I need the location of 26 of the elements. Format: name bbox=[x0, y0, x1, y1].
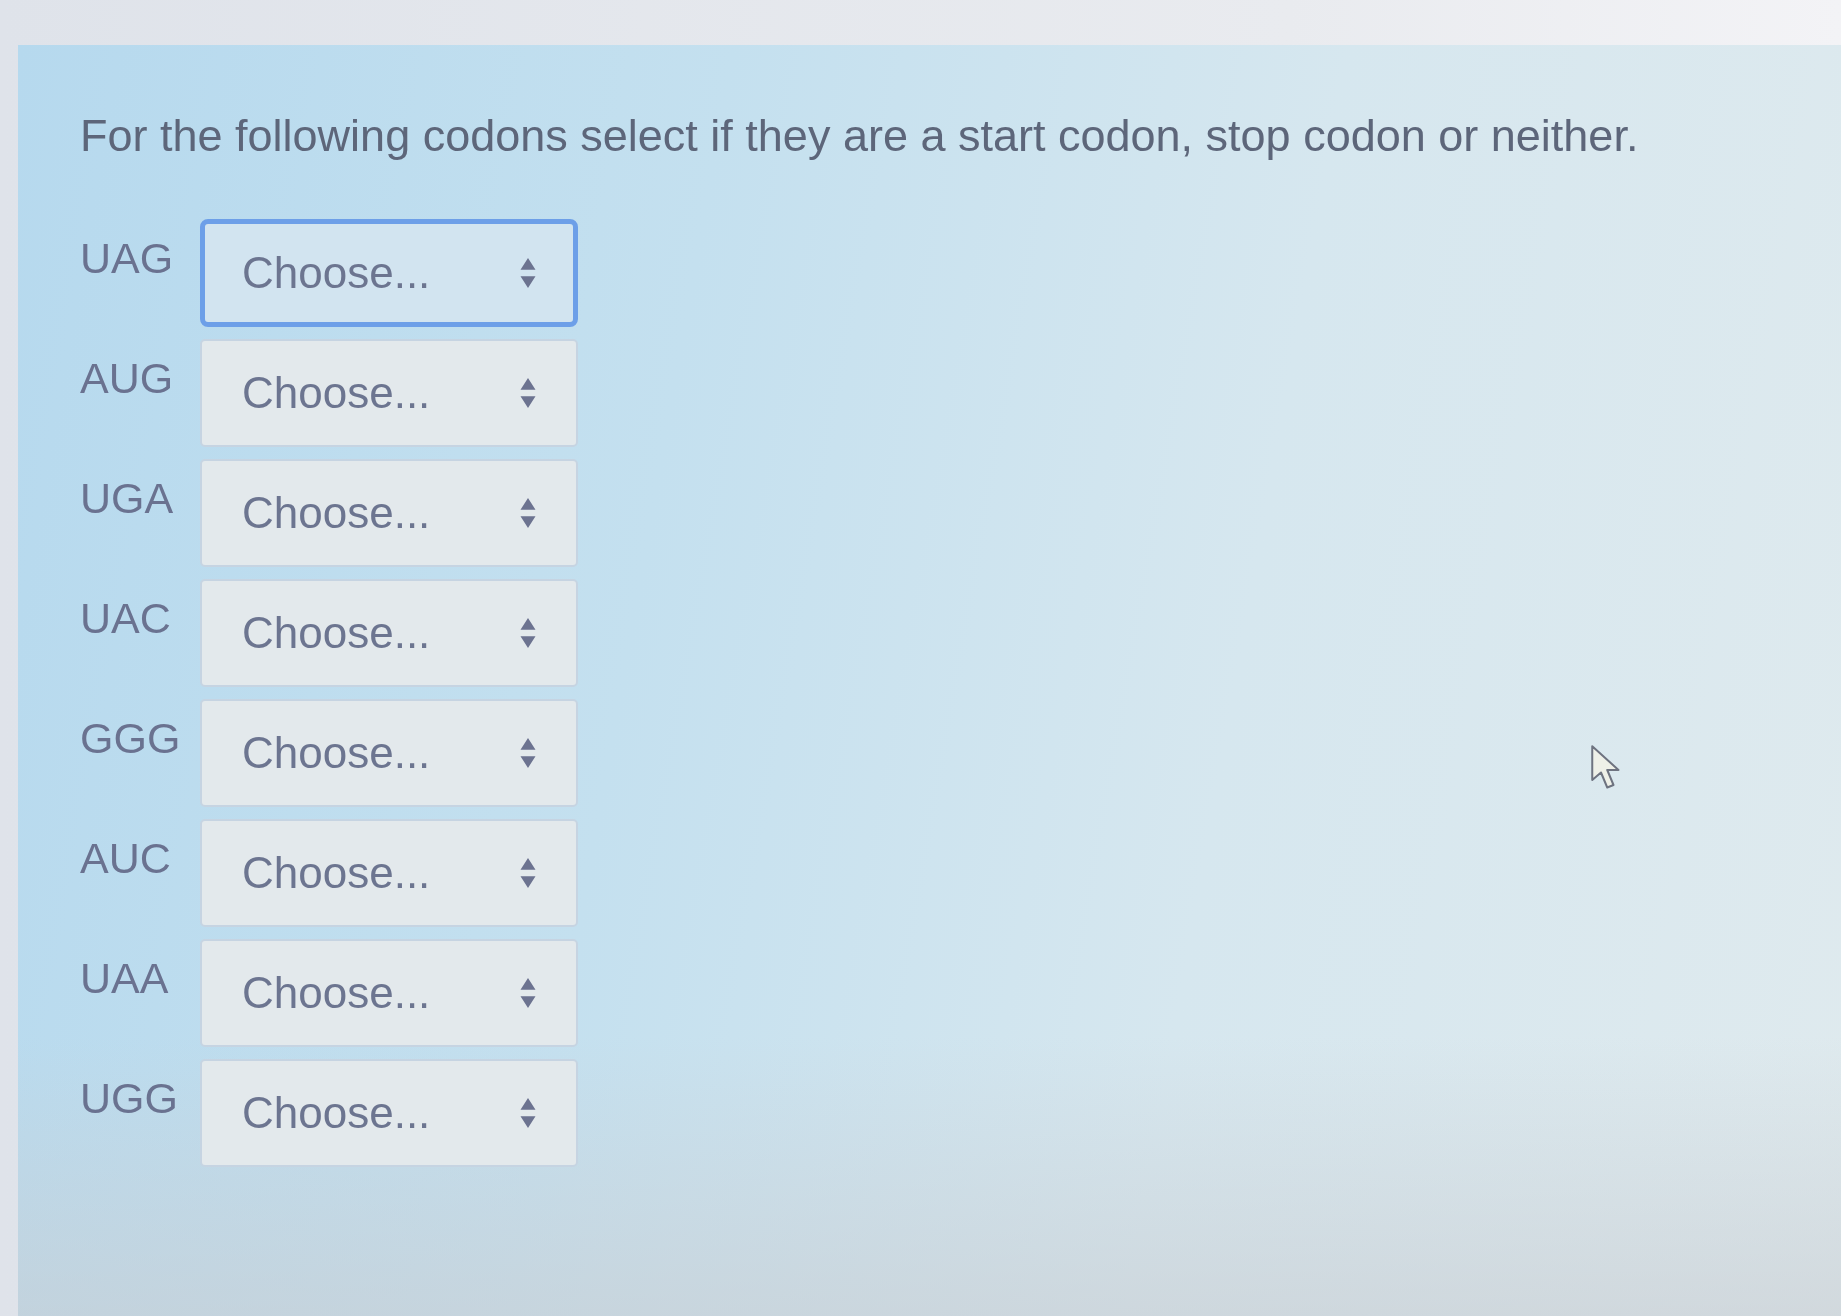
codon-label: UAC bbox=[80, 593, 172, 644]
choose-dropdown[interactable]: Choose... bbox=[200, 339, 578, 447]
choose-dropdown[interactable]: Choose... bbox=[200, 939, 578, 1047]
mouse-pointer-icon bbox=[1591, 745, 1621, 790]
codon-label: UGA bbox=[80, 473, 175, 524]
updown-caret-icon bbox=[520, 738, 536, 768]
choose-dropdown[interactable]: Choose... bbox=[200, 819, 578, 927]
choose-dropdown[interactable]: Choose... bbox=[200, 219, 578, 327]
codon-label: UAA bbox=[80, 953, 170, 1004]
question-text: For the following codons select if they are a start codon, stop codon or neither. bbox=[80, 109, 1640, 163]
choose-dropdown[interactable]: Choose... bbox=[200, 579, 578, 687]
updown-caret-icon bbox=[520, 498, 536, 528]
codon-label: UGG bbox=[80, 1073, 179, 1124]
choose-dropdown[interactable]: Choose... bbox=[200, 699, 578, 807]
updown-caret-icon bbox=[520, 1098, 536, 1128]
updown-caret-icon bbox=[520, 378, 536, 408]
choose-dropdown[interactable]: Choose... bbox=[200, 459, 578, 567]
codon-label: AUC bbox=[80, 833, 172, 884]
updown-caret-icon bbox=[520, 978, 536, 1008]
updown-caret-icon bbox=[520, 258, 536, 288]
codon-label: GGG bbox=[80, 713, 182, 764]
updown-caret-icon bbox=[520, 858, 536, 888]
updown-caret-icon bbox=[520, 618, 536, 648]
codon-label: UAG bbox=[80, 233, 175, 284]
choose-dropdown[interactable]: Choose... bbox=[200, 1059, 578, 1167]
codon-label: AUG bbox=[80, 353, 175, 404]
